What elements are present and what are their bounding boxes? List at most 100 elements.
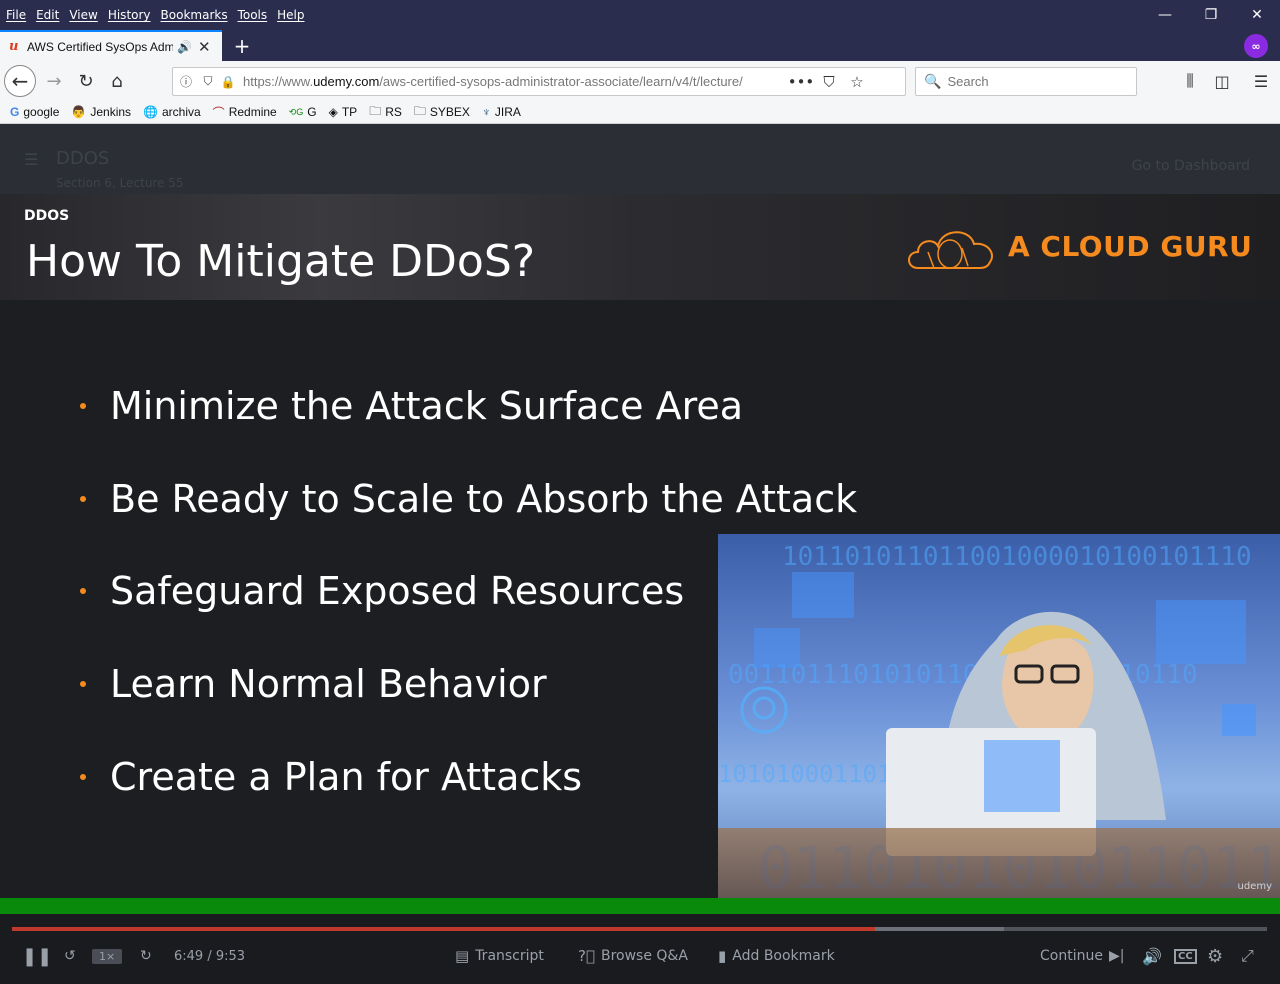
cc-icon: CC — [1174, 948, 1197, 964]
data-block-shape — [1222, 704, 1256, 736]
tab-udemy-course[interactable]: u AWS Certified SysOps Admi 🔊 ✕ — [0, 30, 222, 61]
arrow-right-icon: → — [46, 70, 62, 92]
transcript-button[interactable]: ▤ Transcript — [455, 946, 544, 966]
playback-rate-button[interactable]: 1× — [92, 946, 123, 966]
expand-icon: ⤢ — [1241, 946, 1254, 965]
menu-file[interactable]: File — [0, 8, 31, 22]
menu-view[interactable]: View — [64, 8, 102, 22]
library-icon[interactable]: ⫼ — [1177, 69, 1203, 93]
menu-help[interactable]: Help — [272, 8, 309, 22]
tab-close-icon[interactable]: ✕ — [198, 38, 211, 56]
bullet-item: Create a Plan for Attacks — [80, 755, 582, 799]
bookmark-g[interactable]: ⟲G G — [289, 105, 317, 119]
menu-tools[interactable]: Tools — [233, 8, 273, 22]
sidebar-icon[interactable]: ◫ — [1209, 69, 1235, 93]
udemy-favicon-icon: u — [9, 39, 19, 54]
data-block-shape — [984, 740, 1060, 812]
brand-name: A CLOUD GURU — [1008, 230, 1253, 263]
curriculum-menu-icon[interactable]: ☰ — [24, 150, 38, 169]
bullet-dot-icon — [80, 774, 86, 780]
webcam-icon — [740, 686, 788, 734]
arrow-left-icon: ← — [11, 69, 29, 93]
home-button[interactable]: ⌂ — [101, 65, 133, 97]
forward-button[interactable]: → — [38, 65, 70, 97]
close-window-button[interactable]: ✕ — [1234, 0, 1280, 30]
document-icon: ▤ — [455, 947, 470, 965]
video-letterbox-bar — [0, 898, 1280, 914]
address-bar[interactable]: ⓘ ⛉ 🔒 https://www.udemy.com/aws-certifie… — [172, 67, 906, 96]
bookmark-label: TP — [341, 105, 358, 119]
bookmark-label: RS — [385, 105, 402, 119]
forward-skip-button[interactable]: ↻ — [140, 946, 152, 966]
udemy-lecture-page: ☰ DDOS Section 6, Lecture 55 Go to Dashb… — [0, 124, 1280, 984]
hamburger-menu-icon[interactable]: ☰ — [1248, 69, 1274, 93]
bookmark-star-icon[interactable]: ☆ — [843, 73, 871, 91]
progress-bar[interactable] — [12, 927, 1267, 931]
lock-icon[interactable]: 🔒 — [219, 75, 237, 89]
bookmark-jenkins[interactable]: 👨 Jenkins — [71, 105, 131, 119]
lecture-subtitle: Section 6, Lecture 55 — [56, 176, 184, 190]
volume-icon: 🔊 — [1142, 946, 1162, 966]
reload-button[interactable]: ↻ — [70, 65, 102, 97]
bookmark-redmine[interactable]: ⌒ Redmine — [213, 104, 277, 121]
rewind-icon: ↺ — [64, 948, 76, 964]
add-bookmark-button[interactable]: ▮ Add Bookmark — [718, 946, 835, 966]
bookmark-jira[interactable]: ♆ JIRA — [482, 105, 521, 119]
settings-button[interactable]: ⚙ — [1207, 946, 1223, 967]
wooden-desk — [718, 828, 1280, 898]
bookmark-tp[interactable]: ◈ TP — [329, 105, 358, 119]
fullscreen-button[interactable]: ⤢ — [1241, 946, 1254, 966]
menu-bookmarks[interactable]: Bookmarks — [156, 8, 233, 22]
menu-bar: File Edit View History Bookmarks Tools H… — [0, 0, 1280, 30]
bookmark-rs[interactable]: 🗀 RS — [369, 102, 402, 123]
browse-qa-button[interactable]: ?⃝ Browse Q&A — [578, 946, 688, 966]
menu-edit[interactable]: Edit — [31, 8, 64, 22]
data-block-shape — [754, 628, 800, 668]
transcript-label: Transcript — [475, 948, 544, 964]
rewind-button[interactable]: ↺ — [64, 946, 76, 966]
minimize-button[interactable]: — — [1142, 0, 1188, 30]
bullet-dot-icon — [80, 681, 86, 687]
menu-history[interactable]: History — [103, 8, 156, 22]
captions-button[interactable]: CC — [1174, 946, 1197, 966]
page-actions-icon[interactable]: ••• — [787, 73, 815, 91]
volume-button[interactable]: 🔊 — [1142, 946, 1162, 966]
data-block-shape — [792, 572, 854, 618]
search-placeholder: Search — [947, 74, 989, 89]
bookmark-icon: ▮ — [718, 947, 727, 965]
add-bookmark-label: Add Bookmark — [732, 948, 835, 964]
slide-tag: DDOS — [24, 208, 70, 224]
video-player-controls: ❚❚ ↺ 1× ↻ 6:49 / 9:53 ▤ Transcript ?⃝ Brow… — [0, 914, 1280, 984]
bullet-item: Minimize the Attack Surface Area — [80, 384, 743, 428]
bookmark-archiva[interactable]: 🌐 archiva — [143, 105, 201, 119]
pause-button[interactable]: ❚❚ — [22, 946, 52, 967]
info-icon[interactable]: ⓘ — [177, 73, 195, 90]
bookmark-label: google — [23, 105, 60, 119]
udemy-watermark: udemy — [1237, 881, 1273, 892]
bullet-item: Safeguard Exposed Resources — [80, 569, 684, 613]
bookmark-label: JIRA — [494, 105, 521, 119]
bookmark-label: Jenkins — [90, 105, 132, 119]
jira-icon: ♆ — [481, 105, 491, 119]
slide-banner: DDOS How To Mitigate DDoS? A CLOUD GURU — [0, 194, 1280, 300]
back-button[interactable]: ← — [4, 65, 36, 97]
home-icon: ⌂ — [111, 70, 123, 92]
bookmarks-toolbar: Ggoogle 👨 Jenkins 🌐 archiva ⌒ Redmine ⟲G G ◈… — [0, 101, 1280, 124]
tab-audio-speaker-icon[interactable]: 🔊 — [177, 40, 192, 54]
pocket-icon[interactable]: ⛉ — [815, 73, 843, 91]
restore-button[interactable]: ❐ — [1188, 0, 1234, 30]
tab-strip: u AWS Certified SysOps Admi 🔊 ✕ + ∞ — [0, 30, 1280, 61]
globe-icon: 🌐 — [143, 105, 158, 119]
go-to-dashboard-link[interactable]: Go to Dashboard — [1132, 158, 1250, 174]
window-controls: — ❐ ✕ — [1142, 0, 1280, 30]
bookmark-sybex[interactable]: 🗀 SYBEX — [414, 102, 470, 123]
bookmark-google[interactable]: Ggoogle — [10, 105, 59, 119]
bullet-text: Learn Normal Behavior — [110, 662, 547, 706]
navigation-toolbar: ← → ↻ ⌂ ⓘ ⛉ 🔒 https://www.udemy.com/aws-… — [0, 61, 1280, 101]
tracking-shield-icon[interactable]: ⛉ — [199, 74, 217, 89]
slide-heading: How To Mitigate DDoS? — [26, 236, 536, 287]
search-input[interactable]: 🔍 Search — [915, 67, 1137, 96]
new-tab-button[interactable]: + — [230, 32, 254, 59]
continue-button[interactable]: Continue ▶| — [1040, 946, 1124, 966]
url-text[interactable]: https://www.udemy.com/aws-certified-syso… — [243, 74, 787, 89]
